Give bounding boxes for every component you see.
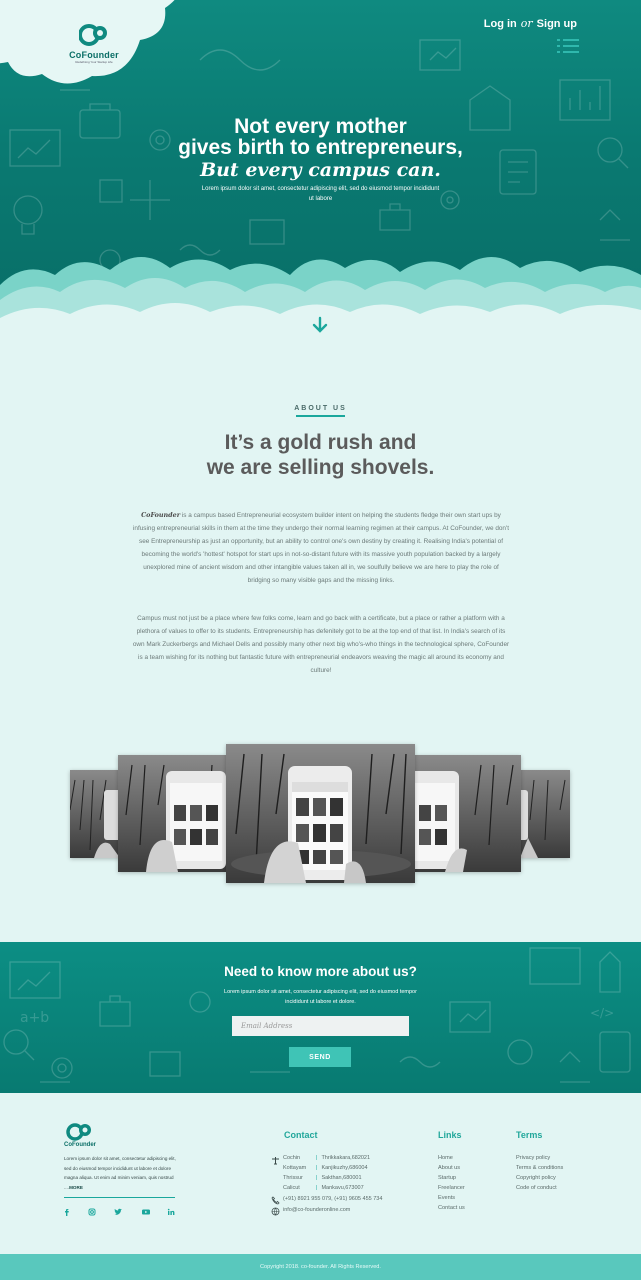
links-heading: Links bbox=[438, 1130, 462, 1140]
about-us-label: ABOUT US bbox=[294, 405, 347, 412]
about-heading-line-1: It’s a gold rush and bbox=[224, 431, 417, 454]
cloud-border bbox=[0, 256, 641, 330]
scroll-down-arrow-icon[interactable] bbox=[311, 316, 329, 334]
footer-link-events[interactable]: Events bbox=[438, 1195, 455, 1201]
terms-heading: Terms bbox=[516, 1130, 543, 1140]
footer: CoFounder Lorem ipsum dolor sit amet, co… bbox=[0, 1093, 641, 1254]
email-icon bbox=[271, 1207, 280, 1216]
svg-text:</>: </> bbox=[590, 1006, 614, 1020]
contact-email-link[interactable]: info@co-founderonline.com bbox=[283, 1207, 350, 1213]
footer-divider bbox=[64, 1197, 175, 1198]
hero-section: CoFounder Redefining Your Startup Life L… bbox=[0, 0, 641, 330]
login-link[interactable]: Log in bbox=[484, 18, 517, 30]
footer-link-about-us[interactable]: About us bbox=[438, 1165, 460, 1171]
about-paragraph-2: Campus must not just be a place where fe… bbox=[132, 615, 510, 674]
cofounder-logo-icon bbox=[79, 24, 107, 46]
signup-link[interactable]: Sign up bbox=[537, 18, 577, 30]
brand-tagline: Redefining Your Startup Life bbox=[75, 60, 113, 64]
about-brand-name: CoFounder bbox=[141, 511, 181, 519]
hamburger-menu-icon[interactable] bbox=[557, 39, 579, 57]
instagram-icon[interactable] bbox=[87, 1207, 97, 1217]
footer-link-code-of-conduct[interactable]: Code of conduct bbox=[516, 1185, 557, 1191]
footer-brand-name: CoFounder bbox=[64, 1142, 96, 1148]
more-link[interactable]: MORE bbox=[69, 1185, 83, 1190]
footer-link-startup[interactable]: Startup bbox=[438, 1175, 456, 1181]
hero-line-2: gives birth to entrepreneurs, bbox=[178, 136, 463, 159]
location-pin-icon bbox=[272, 1157, 279, 1165]
contact-location-row: Kottayam | Kanjikuzhy,686004 bbox=[283, 1165, 368, 1171]
carousel-slide-active[interactable] bbox=[226, 744, 415, 883]
contact-location-row: Calicut | Mankavu,673007 bbox=[283, 1185, 364, 1191]
carousel-slide-far-right[interactable] bbox=[520, 770, 570, 858]
footer-link-terms-conditions[interactable]: Terms & conditions bbox=[516, 1165, 563, 1171]
footer-link-privacy-policy[interactable]: Privacy policy bbox=[516, 1155, 550, 1161]
email-address-input[interactable] bbox=[232, 1016, 409, 1036]
contact-location-row: Cochin | Thrikkakara,682021 bbox=[283, 1155, 371, 1161]
footer-link-freelancer[interactable]: Freelancer bbox=[438, 1185, 465, 1191]
copyright-bar: Copyright 2018. co-founder. All Rights R… bbox=[0, 1254, 641, 1280]
about-heading: It’s a gold rush and we are selling shov… bbox=[0, 430, 641, 480]
twitter-icon[interactable] bbox=[113, 1207, 123, 1217]
newsletter-section: a+b </> Need to know more about us? Lore… bbox=[0, 942, 641, 1093]
about-paragraph-1: CoFounder is a campus based Entrepreneur… bbox=[131, 509, 511, 587]
carousel-slide-right[interactable] bbox=[415, 755, 521, 872]
linkedin-icon[interactable] bbox=[166, 1207, 176, 1217]
hero-headline: Not every mother gives birth to entrepre… bbox=[0, 116, 641, 183]
footer-link-home[interactable]: Home bbox=[438, 1155, 453, 1161]
contact-location-row: Thrissur | Sakthan,680001 bbox=[283, 1175, 362, 1181]
contact-phone: (+91) 8921 955 079, (+91) 9605 455 734 bbox=[283, 1196, 383, 1202]
youtube-icon[interactable] bbox=[141, 1207, 151, 1217]
about-underline bbox=[296, 415, 345, 417]
newsletter-heading: Need to know more about us? bbox=[224, 964, 417, 979]
hero-line-3: But every campus can. bbox=[200, 159, 441, 181]
carousel-slide-far-left[interactable] bbox=[70, 770, 120, 858]
footer-link-copyright-policy[interactable]: Copyright policy bbox=[516, 1175, 556, 1181]
brand-logo[interactable]: CoFounder Redefining Your Startup Life bbox=[64, 22, 124, 64]
newsletter-subtext: Lorem ipsum dolor sit amet, consectetur … bbox=[224, 989, 417, 1005]
carousel-slide-left[interactable] bbox=[118, 755, 226, 872]
cofounder-logo-icon[interactable] bbox=[64, 1121, 94, 1141]
facebook-icon[interactable] bbox=[62, 1207, 72, 1217]
brand-name: CoFounder bbox=[69, 50, 119, 60]
auth-links: Log in or Sign up bbox=[484, 17, 577, 30]
hero-line-1: Not every mother bbox=[234, 115, 407, 138]
footer-link-contact-us[interactable]: Contact us bbox=[438, 1205, 465, 1211]
contact-heading: Contact bbox=[284, 1130, 318, 1140]
footer-description: Lorem ipsum dolor sit amet, consectetur … bbox=[64, 1154, 176, 1192]
or-separator: or bbox=[520, 17, 533, 30]
hero-subtext: Lorem ipsum dolor sit amet, consectetur … bbox=[201, 186, 440, 202]
svg-text:a+b: a+b bbox=[20, 1010, 49, 1026]
about-paragraph-1-text: is a campus based Entrepreneurial ecosys… bbox=[133, 512, 509, 584]
phone-icon bbox=[271, 1196, 280, 1205]
send-button[interactable]: SEND bbox=[289, 1047, 351, 1067]
about-heading-line-2: we are selling shovels. bbox=[206, 456, 435, 479]
